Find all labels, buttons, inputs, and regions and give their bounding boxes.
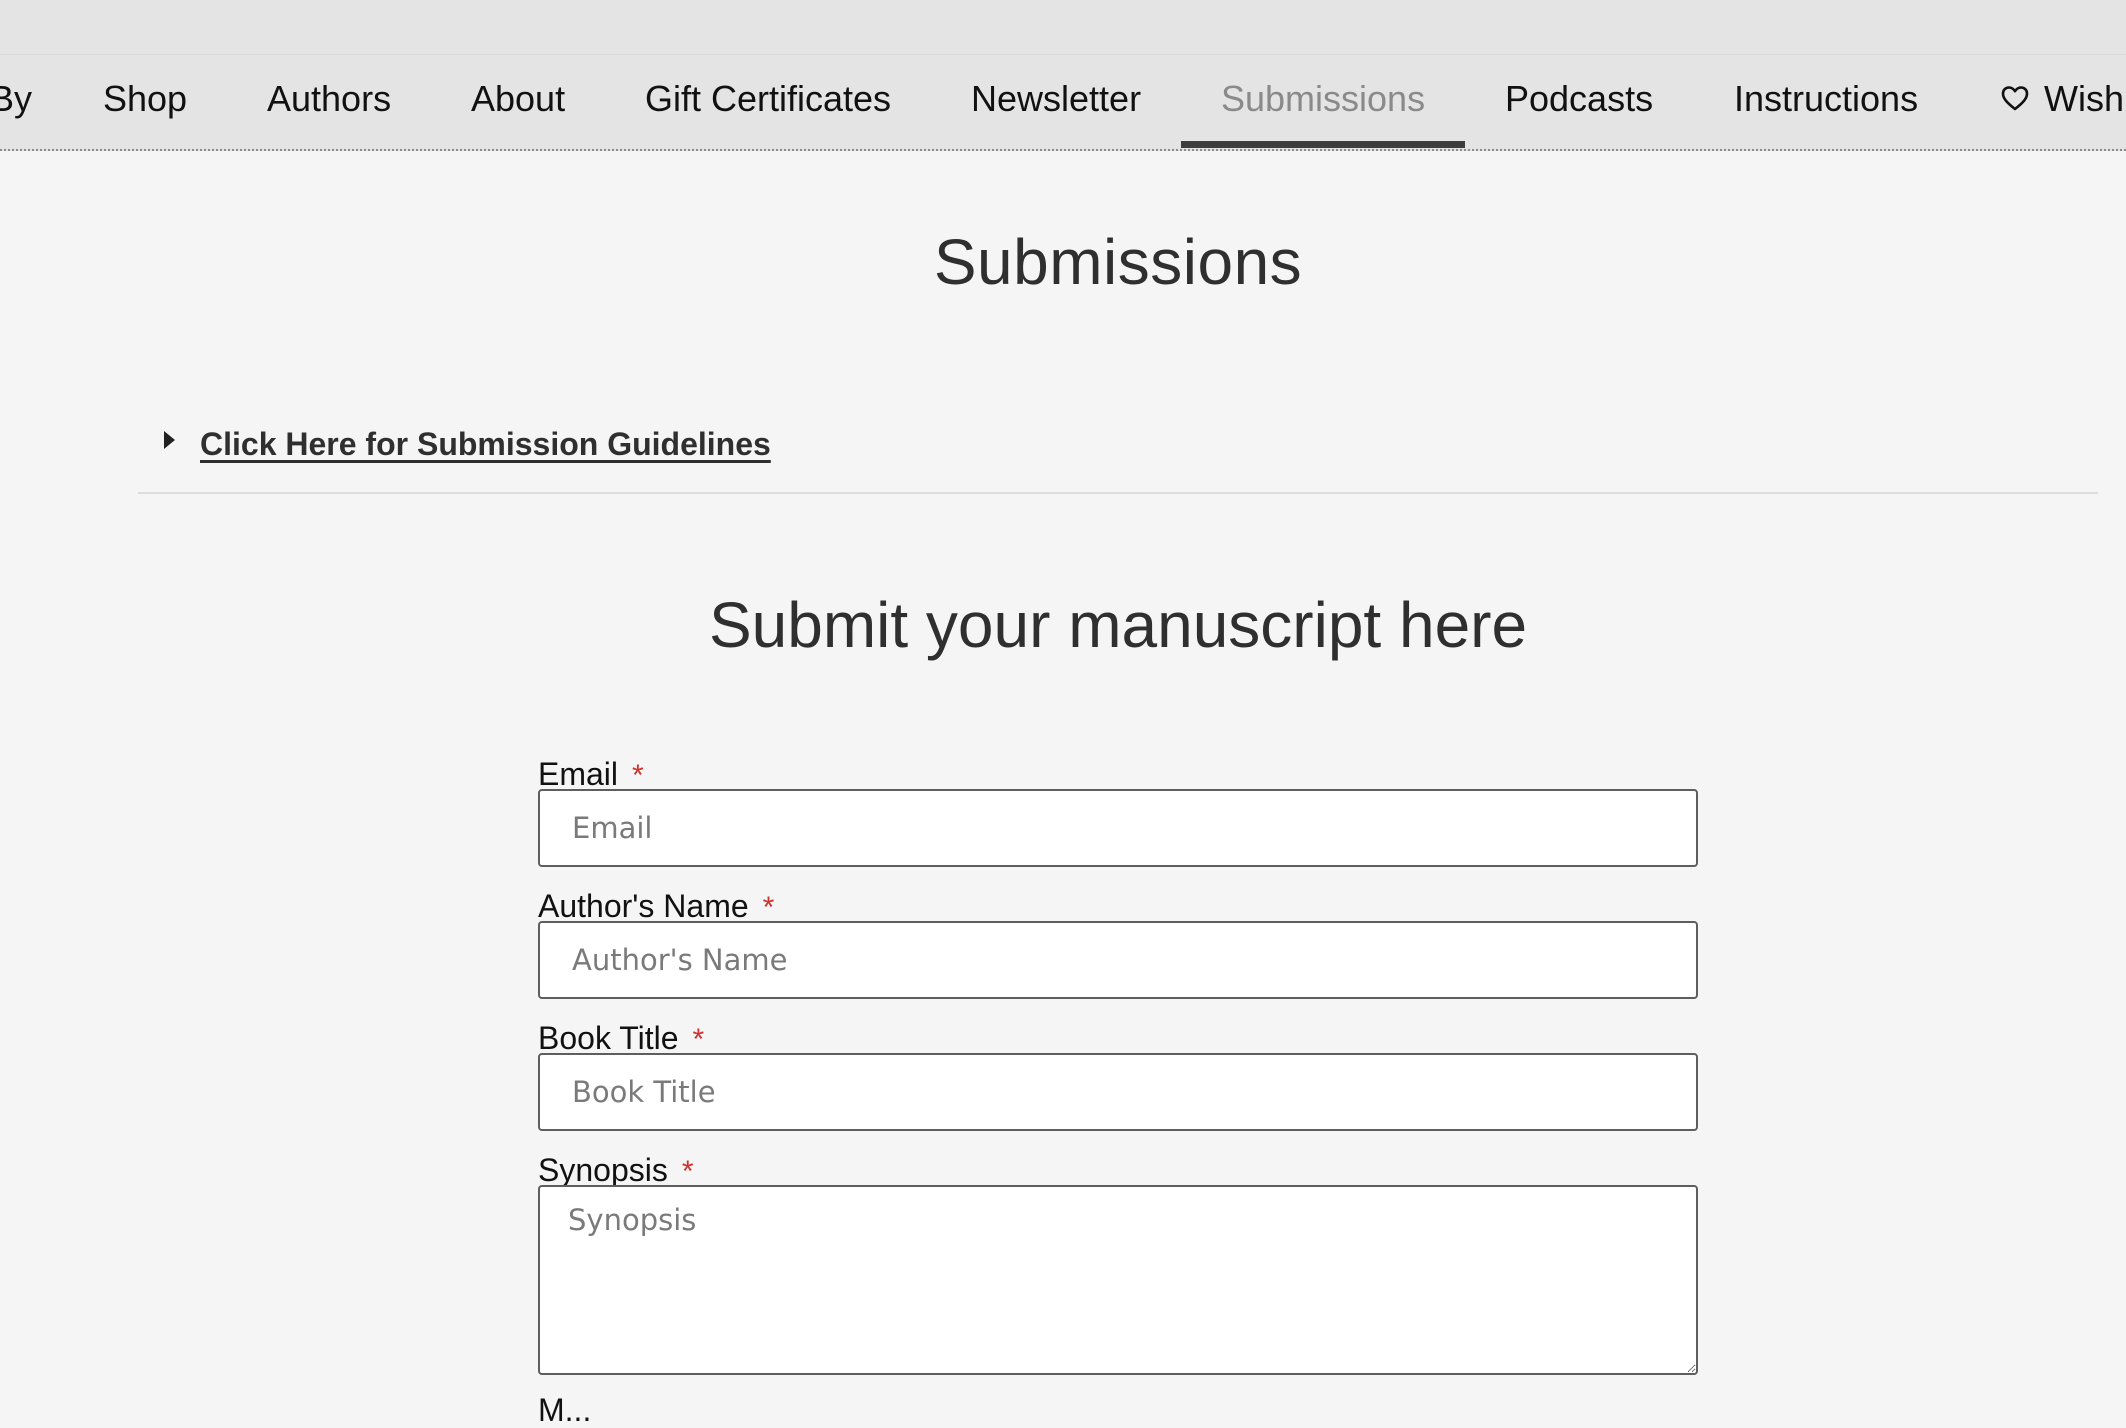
triangle-right-icon[interactable] [164,431,175,449]
nav-item-shop-by[interactable]: By [0,55,32,149]
nav-item-about[interactable]: About [471,55,565,149]
synopsis-label-text: Synopsis [538,1152,668,1188]
book-title-field[interactable] [538,1053,1698,1131]
nav-item-submissions[interactable]: Submissions [1221,55,1425,149]
browser-top-strip [0,0,2126,55]
nav-item-wishlist[interactable]: Wish [2000,55,2124,149]
nav-item-gift-certificates[interactable]: Gift Certificates [645,55,891,149]
book-title-label-text: Book Title [538,1020,679,1056]
required-marker: * [762,891,775,924]
form-title: Submit your manuscript here [708,589,1528,661]
required-marker: * [632,759,644,792]
nav-item-shop[interactable]: Shop [103,55,187,149]
page-title: Submissions [933,226,1303,298]
author-name-field[interactable] [538,921,1698,999]
required-marker: * [692,1023,705,1056]
email-label-text: Email [538,756,619,792]
nav-item-instructions[interactable]: Instructions [1734,55,1918,149]
synopsis-field[interactable] [538,1185,1698,1375]
submission-guidelines-link[interactable]: Click Here for Submission Guidelines [200,426,771,463]
nav-item-newsletter[interactable]: Newsletter [971,55,1141,149]
nav-item-podcasts[interactable]: Podcasts [1505,55,1653,149]
heart-icon [2001,86,2029,111]
email-field[interactable] [538,789,1698,867]
guidelines-disclosure[interactable]: Click Here for Submission Guidelines [138,420,2098,494]
author-name-label-text: Author's Name [538,888,749,924]
nav-item-authors[interactable]: Authors [267,55,391,149]
active-tab-indicator [1181,141,1465,148]
next-field-label-partial: M... [538,1392,592,1428]
nav-item-wishlist-label: Wish [2044,78,2124,119]
main-nav: By Shop Authors About Gift Certificates … [0,55,2126,151]
required-marker: * [681,1155,694,1188]
